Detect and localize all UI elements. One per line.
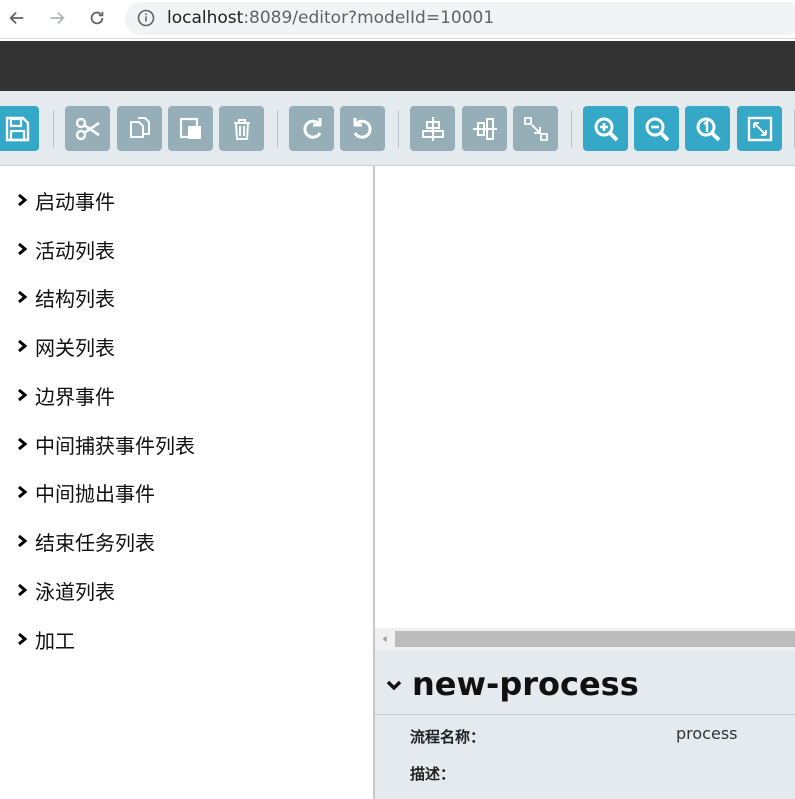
properties-title: new-process <box>412 665 639 703</box>
undo-icon <box>353 117 372 139</box>
palette-group-structural[interactable]: 结构列表 <box>15 283 115 311</box>
palette-group-label: 结构列表 <box>35 286 115 311</box>
palette-group-label: 泳道列表 <box>35 579 115 604</box>
chevron-right-icon <box>18 388 28 402</box>
palette-group-intermediate-throwing[interactable]: 中间抛出事件 <box>15 478 155 506</box>
toolbar-separator <box>571 110 572 148</box>
shape-palette: 启动事件 活动列表 结构列表 网关列表 边界事件 中间捕获事件列表 中间抛出事件… <box>0 166 375 799</box>
palette-group-start-events[interactable]: 启动事件 <box>15 186 115 214</box>
align-horizontal-icon <box>472 117 497 140</box>
paste-button[interactable] <box>168 106 213 151</box>
properties-header[interactable]: new-process <box>375 650 795 715</box>
app-header <box>0 41 795 91</box>
url-host: localhost <box>167 8 244 28</box>
description-label: 描述： <box>410 765 456 783</box>
palette-group-label: 边界事件 <box>35 384 115 409</box>
save-icon <box>5 116 29 141</box>
editor-toolbar <box>0 91 795 166</box>
copy-button[interactable] <box>117 106 162 151</box>
align-vertical-icon <box>421 116 444 141</box>
zoom-fit-button[interactable] <box>737 106 782 151</box>
palette-group-label: 中间抛出事件 <box>35 481 155 506</box>
process-name-value[interactable]: process <box>676 724 737 743</box>
zoom-in-icon <box>594 117 618 141</box>
chevron-down-icon[interactable] <box>385 676 403 694</box>
zoom-out-icon <box>645 117 669 141</box>
toolbar-separator <box>398 110 399 148</box>
resize-icon <box>523 116 548 141</box>
process-name-label: 流程名称： <box>410 728 486 746</box>
reload-icon[interactable] <box>85 6 109 30</box>
address-bar[interactable]: localhost:8089/editor?modelId=10001 <box>125 2 795 35</box>
redo-icon <box>302 117 321 139</box>
url-text[interactable]: localhost:8089/editor?modelId=10001 <box>167 8 494 28</box>
palette-group-label: 网关列表 <box>35 335 115 360</box>
zoom-out-button[interactable] <box>634 106 679 151</box>
fit-screen-icon <box>747 116 772 141</box>
palette-group-intermediate-catching[interactable]: 中间捕获事件列表 <box>15 430 195 458</box>
copy-icon <box>129 116 150 138</box>
browser-address-bar: localhost:8089/editor?modelId=10001 <box>0 0 795 39</box>
forward-icon[interactable] <box>45 6 69 30</box>
toolbar-separator <box>277 110 278 148</box>
url-path: :8089/editor?modelId=10001 <box>243 8 495 28</box>
palette-group-processing[interactable]: 加工 <box>15 625 75 653</box>
scissors-icon <box>75 117 100 140</box>
delete-button[interactable] <box>219 106 264 151</box>
chevron-right-icon <box>18 632 28 646</box>
align-horizontal-button[interactable] <box>462 106 507 151</box>
palette-group-label: 结束任务列表 <box>35 530 155 555</box>
chevron-right-icon <box>18 534 28 548</box>
palette-group-swimlanes[interactable]: 泳道列表 <box>15 576 115 604</box>
chevron-right-icon <box>18 193 28 207</box>
zoom-actual-icon <box>696 117 720 141</box>
palette-group-end-events[interactable]: 结束任务列表 <box>15 527 155 555</box>
undo-button[interactable] <box>340 106 385 151</box>
palette-group-label: 加工 <box>35 628 75 653</box>
cut-button[interactable] <box>65 106 110 151</box>
chevron-right-icon <box>18 485 28 499</box>
palette-group-label: 启动事件 <box>35 189 115 214</box>
palette-group-label: 中间捕获事件列表 <box>35 433 195 458</box>
chevron-right-icon <box>18 583 28 597</box>
toolbar-separator <box>53 110 54 148</box>
chevron-right-icon <box>18 339 28 353</box>
info-icon[interactable] <box>137 9 155 27</box>
align-vertical-button[interactable] <box>410 106 455 151</box>
palette-group-activities[interactable]: 活动列表 <box>15 235 115 263</box>
save-button[interactable] <box>0 106 39 151</box>
properties-panel: new-process 流程名称： process 描述： <box>375 650 795 799</box>
back-icon[interactable] <box>5 6 29 30</box>
redo-button[interactable] <box>289 106 334 151</box>
scrollbar-thumb[interactable] <box>395 631 795 647</box>
palette-group-gateways[interactable]: 网关列表 <box>15 332 115 360</box>
palette-group-boundary-events[interactable]: 边界事件 <box>15 381 115 409</box>
diagram-canvas[interactable] <box>375 166 795 628</box>
chevron-right-icon <box>18 242 28 256</box>
palette-group-label: 活动列表 <box>35 238 115 263</box>
chevron-right-icon <box>18 437 28 451</box>
scroll-left-icon[interactable] <box>378 631 392 647</box>
same-size-button[interactable] <box>513 106 558 151</box>
chevron-right-icon <box>18 290 28 304</box>
trash-icon <box>233 118 250 140</box>
zoom-actual-button[interactable] <box>685 106 730 151</box>
zoom-in-button[interactable] <box>583 106 628 151</box>
canvas-horizontal-scrollbar[interactable] <box>375 628 795 650</box>
paste-icon <box>179 117 201 139</box>
